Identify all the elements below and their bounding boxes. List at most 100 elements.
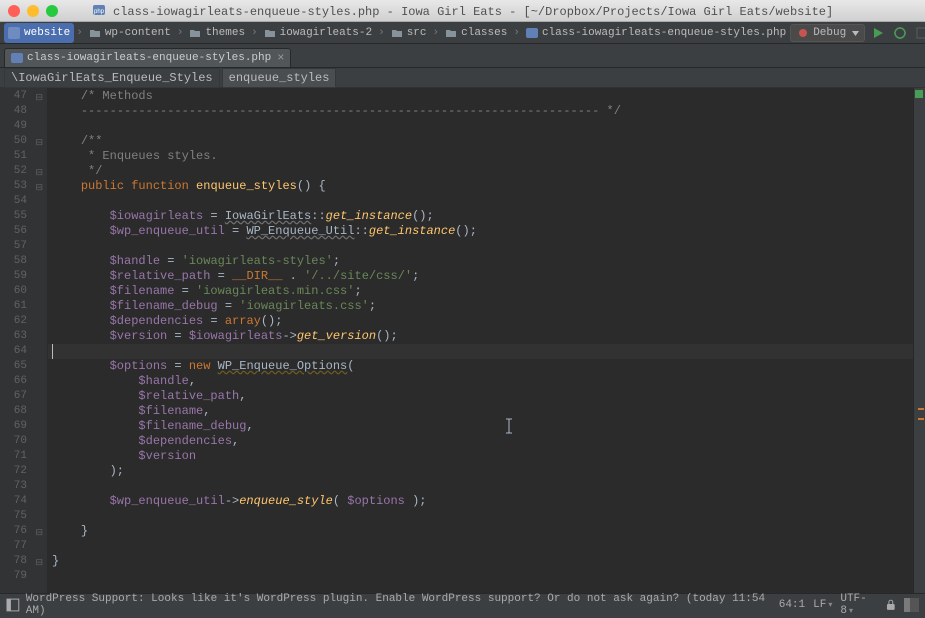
chevron-down-icon <box>852 31 859 36</box>
tool-window-toggle-icon[interactable] <box>6 598 20 612</box>
folder-icon <box>445 27 457 39</box>
current-line <box>48 344 913 359</box>
zoom-window-button[interactable] <box>46 5 58 17</box>
coverage-icon[interactable] <box>915 26 925 40</box>
crumb-label: iowagirleats-2 <box>280 27 372 39</box>
code-text: 'iowagirleats.min.css' <box>196 284 354 298</box>
run-icon[interactable] <box>871 26 885 40</box>
warning-marker[interactable] <box>918 418 924 420</box>
method-crumb[interactable]: enqueue_styles <box>222 68 337 88</box>
breadcrumb-item[interactable]: wp-content <box>85 23 175 43</box>
code-text: get_instance <box>369 224 455 238</box>
crumb-label: src <box>407 27 427 39</box>
code-text: $iowagirleats <box>189 329 283 343</box>
line-number-gutter[interactable]: 47⊟ 48 49 50⊟ 51 52⊟ 53⊟ 54 55 56 57 58 … <box>0 88 48 593</box>
status-message[interactable]: WordPress Support: Looks like it's WordP… <box>26 593 779 617</box>
warning-marker[interactable] <box>918 408 924 410</box>
code-text: $dependencies <box>110 314 204 328</box>
code-text: WP_Enqueue_Options <box>218 359 348 373</box>
chevron-down-icon: ▾ <box>828 601 832 610</box>
code-text: enqueue_style <box>239 494 333 508</box>
tab-label: class-iowagirleats-enqueue-styles.php <box>27 52 271 64</box>
chevron-right-icon: › <box>251 27 258 39</box>
chevron-right-icon: › <box>378 27 385 39</box>
run-config-label: Debug <box>813 27 846 39</box>
code-text: $options <box>110 359 168 373</box>
code-text: $filename <box>138 404 203 418</box>
crumb-label: classes <box>461 27 507 39</box>
code-text: */ <box>81 164 103 178</box>
code-text: IowaGirlEats <box>225 209 311 223</box>
code-text: $options <box>347 494 405 508</box>
crumb-label: themes <box>205 27 245 39</box>
memory-indicator[interactable] <box>904 598 919 612</box>
folder-icon <box>264 27 276 39</box>
code-text: enqueue_styles <box>196 179 297 193</box>
code-text: array <box>225 314 261 328</box>
code-text: ----------------------------------------… <box>81 104 621 118</box>
editor-tab-bar: class-iowagirleats-enqueue-styles.php × <box>0 44 925 68</box>
code-text: $handle <box>138 374 188 388</box>
text-caret <box>52 344 53 359</box>
lock-icon[interactable] <box>886 599 896 611</box>
run-config-selector[interactable]: Debug <box>790 24 865 42</box>
breadcrumb-item[interactable]: themes <box>185 23 249 43</box>
breadcrumb-item[interactable]: iowagirleats-2 <box>260 23 376 43</box>
code-text: $relative_path <box>138 389 239 403</box>
breadcrumb-item[interactable]: src <box>387 23 431 43</box>
line-separator[interactable]: LF▾ <box>813 599 832 611</box>
code-text: $version <box>138 449 196 463</box>
close-window-button[interactable] <box>8 5 20 17</box>
chevron-right-icon: › <box>513 27 520 39</box>
code-text: $filename_debug <box>110 299 218 313</box>
php-file-icon: php <box>92 3 106 17</box>
status-right: 64:1 LF▾ UTF-8▾ <box>779 593 919 617</box>
code-text: $handle <box>110 254 160 268</box>
code-text: $iowagirleats <box>110 209 204 223</box>
code-text: $filename_debug <box>138 419 246 433</box>
php-file-icon <box>11 52 23 64</box>
code-text: $version <box>110 329 168 343</box>
folder-icon <box>89 27 101 39</box>
project-icon <box>8 27 20 39</box>
class-crumb[interactable]: \IowaGirlEats_Enqueue_Styles <box>4 68 220 88</box>
toolbar-right: Debug <box>790 24 925 42</box>
code-text: __DIR__ <box>232 269 282 283</box>
crumb-label: website <box>24 27 70 39</box>
code-text: public function <box>81 179 189 193</box>
editor-tab[interactable]: class-iowagirleats-enqueue-styles.php × <box>4 48 291 67</box>
folder-icon <box>391 27 403 39</box>
crumb-label: wp-content <box>105 27 171 39</box>
cursor-position[interactable]: 64:1 <box>779 599 805 611</box>
debug-icon[interactable] <box>893 26 907 40</box>
code-text: get_version <box>297 329 376 343</box>
error-stripe[interactable] <box>913 88 925 593</box>
breadcrumb-item[interactable]: classes <box>441 23 511 43</box>
code-area[interactable]: /* Methods -----------------------------… <box>48 88 913 593</box>
run-toolbar <box>871 26 925 40</box>
code-text: WP_Enqueue_Util <box>246 224 354 238</box>
php-file-icon <box>526 27 538 39</box>
window-title: php class-iowagirleats-enqueue-styles.ph… <box>0 3 925 19</box>
chevron-down-icon: ▾ <box>849 607 853 616</box>
window-controls <box>8 5 58 17</box>
project-root-crumb[interactable]: website <box>4 23 74 43</box>
crumb-label: class-iowagirleats-enqueue-styles.php <box>542 27 786 39</box>
breadcrumb-file[interactable]: class-iowagirleats-enqueue-styles.php <box>522 23 790 43</box>
file-encoding[interactable]: UTF-8▾ <box>840 593 878 617</box>
navigation-bar: website › wp-content › themes › iowagirl… <box>0 22 925 44</box>
code-text: * Enqueues styles. <box>81 149 218 163</box>
code-text: () { <box>297 179 326 193</box>
title-bar: php class-iowagirleats-enqueue-styles.ph… <box>0 0 925 22</box>
code-text: $relative_path <box>110 269 211 283</box>
symbol-breadcrumb: \IowaGirlEats_Enqueue_Styles enqueue_sty… <box>0 68 925 88</box>
chevron-right-icon: › <box>76 27 83 39</box>
code-text: get_instance <box>326 209 412 223</box>
editor-area: 47⊟ 48 49 50⊟ 51 52⊟ 53⊟ 54 55 56 57 58 … <box>0 88 925 593</box>
code-text: $filename <box>110 284 175 298</box>
close-tab-icon[interactable]: × <box>277 52 284 64</box>
folder-icon <box>189 27 201 39</box>
svg-text:php: php <box>94 9 105 15</box>
code-text: 'iowagirleats.css' <box>239 299 369 313</box>
minimize-window-button[interactable] <box>27 5 39 17</box>
